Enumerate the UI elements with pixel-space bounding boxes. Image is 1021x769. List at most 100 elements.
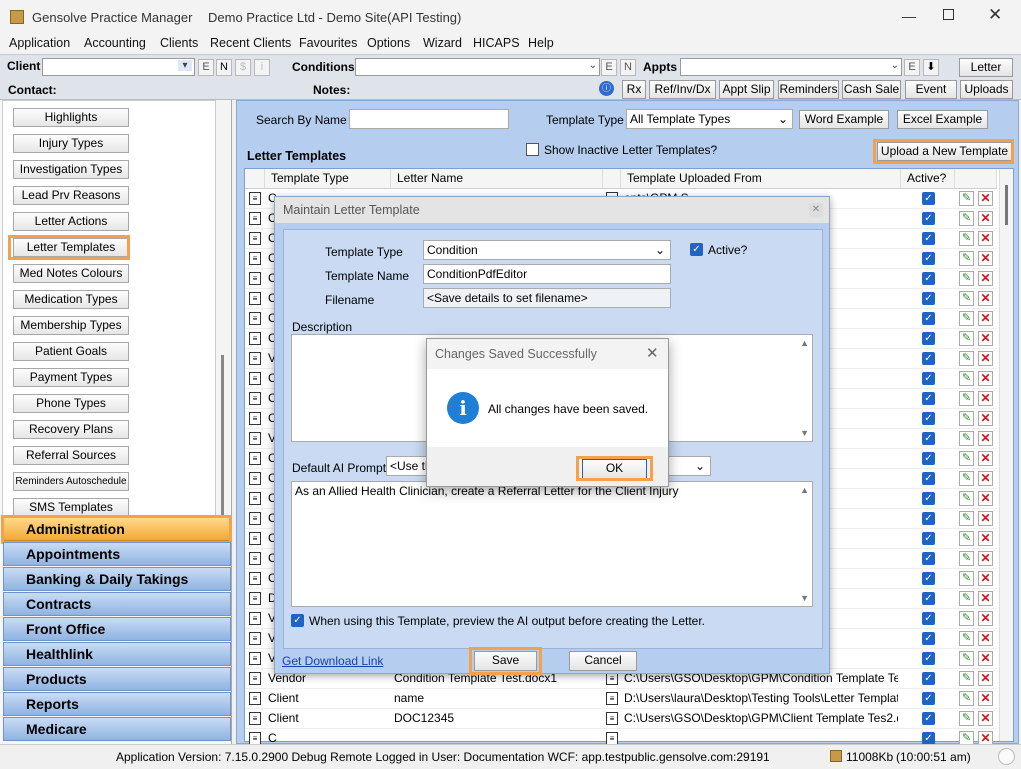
edit-icon[interactable]: ✎ (959, 491, 974, 506)
active-checkbox[interactable]: ✓ (922, 552, 935, 565)
table-row[interactable]: ≡ Client name ≡ D:\Users\laura\Desktop\Testi… (245, 689, 997, 709)
download-icon[interactable]: ⬇ (923, 59, 939, 76)
active-checkbox[interactable]: ✓ (922, 392, 935, 405)
get-download-link[interactable]: Get Download Link (282, 654, 383, 668)
active-checkbox[interactable]: ✓ (922, 332, 935, 345)
edit-icon[interactable]: ✎ (959, 591, 974, 606)
edit-icon[interactable]: ✎ (959, 611, 974, 626)
active-checkbox[interactable]: ✓ (922, 592, 935, 605)
edit-icon[interactable]: ✎ (959, 531, 974, 546)
ref-inv-dx-button[interactable]: Ref/Inv/Dx (649, 80, 716, 99)
active-checkbox[interactable]: ✓ (922, 692, 935, 705)
injury-types-button[interactable]: Injury Types (13, 134, 129, 153)
appts-e-button[interactable]: E (904, 59, 920, 76)
reminders-button[interactable]: Reminders (778, 80, 839, 99)
active-checkbox[interactable]: ✓ (922, 272, 935, 285)
delete-icon[interactable]: ✕ (978, 271, 993, 286)
edit-icon[interactable]: ✎ (959, 191, 974, 206)
letter-actions-button[interactable]: Letter Actions (13, 212, 129, 231)
rx-button[interactable]: Rx (622, 80, 646, 99)
menu-options[interactable]: Options (367, 36, 410, 50)
template-name-input[interactable]: ConditionPdfEditor (423, 264, 671, 284)
delete-icon[interactable]: ✕ (978, 651, 993, 666)
appt-slip-button[interactable]: Appt Slip (719, 80, 774, 99)
client-dollar-button[interactable]: $ (235, 59, 251, 76)
lead-prv-reasons-button[interactable]: Lead Prv Reasons (13, 186, 129, 205)
active-checkbox[interactable]: ✓ (922, 632, 935, 645)
history-icon[interactable]: ⓘ (599, 81, 614, 96)
nav-front-office[interactable]: Front Office (3, 617, 231, 641)
edit-icon[interactable]: ✎ (959, 391, 974, 406)
active-checkbox[interactable]: ✓ (922, 352, 935, 365)
delete-icon[interactable]: ✕ (978, 591, 993, 606)
active-checkbox[interactable]: ✓ (922, 672, 935, 685)
edit-icon[interactable]: ✎ (959, 551, 974, 566)
menu-application[interactable]: Application (9, 36, 70, 50)
edit-icon[interactable]: ✎ (959, 671, 974, 686)
scrollbar-thumb[interactable] (1005, 185, 1008, 225)
word-example-button[interactable]: Word Example (799, 110, 889, 129)
delete-icon[interactable]: ✕ (978, 511, 993, 526)
delete-icon[interactable]: ✕ (978, 451, 993, 466)
med-notes-colours-button[interactable]: Med Notes Colours (13, 264, 129, 283)
delete-icon[interactable]: ✕ (978, 471, 993, 486)
active-checkbox[interactable]: ✓ (922, 472, 935, 485)
menu-accounting[interactable]: Accounting (84, 36, 146, 50)
delete-icon[interactable]: ✕ (978, 691, 993, 706)
active-checkbox[interactable]: ✓ (922, 372, 935, 385)
minimize-icon[interactable]: — (902, 8, 916, 24)
appts-combo[interactable]: ⌄ (680, 58, 902, 76)
active-checkbox[interactable]: ✓ (922, 612, 935, 625)
nav-appointments[interactable]: Appointments (3, 542, 231, 566)
delete-icon[interactable]: ✕ (978, 531, 993, 546)
cancel-button[interactable]: Cancel (569, 651, 637, 671)
delete-icon[interactable]: ✕ (978, 191, 993, 206)
nav-contracts[interactable]: Contracts (3, 592, 231, 616)
excel-example-button[interactable]: Excel Example (897, 110, 988, 129)
menu-wizard[interactable]: Wizard (423, 36, 462, 50)
menu-favourites[interactable]: Favourites (299, 36, 357, 50)
nav-reports[interactable]: Reports (3, 692, 231, 716)
scroll-up-icon[interactable]: ▲ (800, 338, 809, 348)
maximize-icon[interactable] (943, 9, 954, 20)
delete-icon[interactable]: ✕ (978, 251, 993, 266)
uploads-button[interactable]: Uploads (960, 80, 1013, 99)
cash-sale-button[interactable]: Cash Sale (842, 80, 901, 99)
menu-clients[interactable]: Clients (160, 36, 198, 50)
active-checkbox[interactable]: ✓ (922, 652, 935, 665)
edit-icon[interactable]: ✎ (959, 651, 974, 666)
menu-recent-clients[interactable]: Recent Clients (210, 36, 291, 50)
active-checkbox[interactable]: ✓ (922, 532, 935, 545)
menu-hicaps[interactable]: HICAPS (473, 36, 520, 50)
close-icon[interactable]: ✕ (646, 344, 659, 362)
conditions-combo[interactable]: ⌄ (355, 58, 600, 76)
delete-icon[interactable]: ✕ (978, 211, 993, 226)
modal-template-type-select[interactable]: Condition ⌄ (423, 240, 671, 260)
delete-icon[interactable]: ✕ (978, 391, 993, 406)
delete-icon[interactable]: ✕ (978, 631, 993, 646)
active-checkbox[interactable]: ✓ (922, 232, 935, 245)
active-checkbox[interactable]: ✓ (922, 512, 935, 525)
reminders-autoschedule-button[interactable]: Reminders Autoschedule (13, 472, 129, 491)
col-letter-name[interactable]: Letter Name (391, 169, 603, 189)
delete-icon[interactable]: ✕ (978, 291, 993, 306)
edit-icon[interactable]: ✎ (959, 211, 974, 226)
membership-types-button[interactable]: Membership Types (13, 316, 129, 335)
grid-scrollbar[interactable] (999, 169, 1013, 741)
nav-healthlink[interactable]: Healthlink (3, 642, 231, 666)
edit-icon[interactable]: ✎ (959, 251, 974, 266)
edit-icon[interactable]: ✎ (959, 471, 974, 486)
col-active[interactable]: Active? (901, 169, 955, 189)
scroll-down-icon[interactable]: ▼ (800, 428, 809, 438)
col-uploaded-from[interactable]: Template Uploaded From (621, 169, 901, 189)
search-input[interactable] (349, 109, 509, 129)
show-inactive-checkbox[interactable] (526, 143, 539, 156)
patient-goals-button[interactable]: Patient Goals (13, 342, 129, 361)
active-checkbox[interactable]: ✓ (922, 712, 935, 725)
delete-icon[interactable]: ✕ (978, 371, 993, 386)
nav-medicare[interactable]: Medicare (3, 717, 231, 741)
active-checkbox[interactable]: ✓ (690, 243, 703, 256)
col-template-type[interactable]: Template Type (265, 169, 391, 189)
scrollbar-thumb[interactable] (221, 355, 224, 515)
active-checkbox[interactable]: ✓ (922, 212, 935, 225)
